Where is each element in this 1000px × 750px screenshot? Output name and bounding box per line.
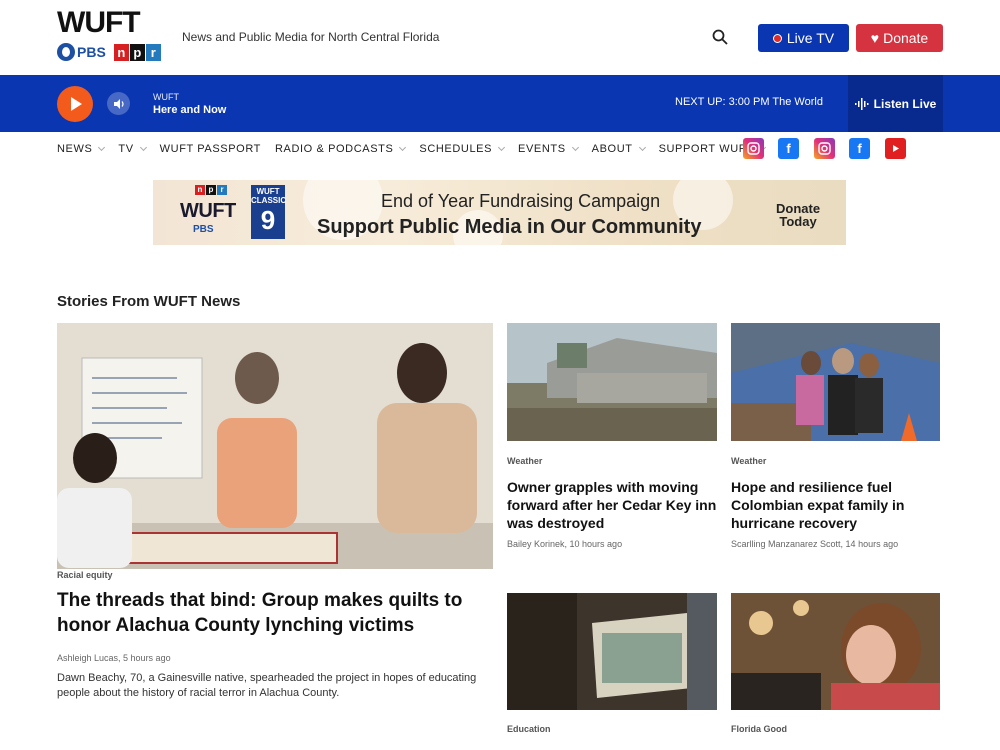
card-image[interactable] (731, 323, 940, 441)
classic-label: WUFT CLASSIC (251, 187, 287, 205)
wuft-logo[interactable]: WUFT (57, 8, 141, 38)
main-story-teaser: Dawn Beachy, 70, a Gainesville native, s… (57, 672, 477, 699)
search-icon[interactable] (712, 29, 728, 45)
heart-icon: ♥ (870, 30, 880, 46)
live-tv-label: Live TV (786, 30, 835, 46)
instagram-icon[interactable] (743, 138, 764, 159)
waveform-icon (854, 97, 869, 110)
banner-title: End of Year Fundraising Campaign (381, 191, 661, 211)
site-tagline: News and Public Media for North Central … (182, 30, 440, 44)
nav-item-events[interactable]: EVENTS (518, 143, 579, 155)
facebook-icon[interactable]: f (849, 138, 870, 159)
site-header: WUFT PBS n p r News and Public Media for… (0, 0, 1000, 75)
wuft-classic-logo: WUFT CLASSIC 9 (251, 185, 287, 239)
donate-label: Donate (883, 30, 929, 46)
nav-item-news[interactable]: NEWS (57, 143, 106, 155)
card-image[interactable] (731, 593, 940, 710)
instagram-icon[interactable] (814, 138, 835, 159)
listen-live-button[interactable]: Listen Live (848, 75, 943, 132)
nav-label: TV (118, 143, 134, 155)
card-kicker[interactable]: Weather (507, 456, 542, 466)
card-image[interactable] (507, 323, 717, 441)
listen-live-label: Listen Live (873, 96, 937, 111)
nav-item-about[interactable]: ABOUT (591, 143, 646, 155)
banner-pbs-logo: PBS (193, 224, 214, 235)
volume-icon (113, 98, 124, 109)
main-story-kicker[interactable]: Racial equity (57, 570, 113, 580)
nav-label: NEWS (57, 143, 93, 155)
pbs-label: PBS (77, 44, 106, 60)
youtube-icon[interactable] (885, 138, 906, 159)
chevron-down-icon (139, 143, 147, 152)
chevron-down-icon (571, 143, 579, 152)
chevron-down-icon (498, 143, 506, 152)
section-title: Stories From WUFT News (57, 293, 241, 310)
live-dot-icon (772, 33, 782, 43)
chevron-down-icon (399, 143, 407, 152)
nav-label: RADIO & PODCASTS (274, 143, 394, 155)
nav-item-schedules[interactable]: SCHEDULES (419, 143, 506, 155)
banner-subtitle: Support Public Media in Our Community (317, 216, 702, 238)
next-up-show: The World (772, 96, 823, 108)
live-tv-button[interactable]: Live TV (758, 24, 849, 52)
chevron-down-icon (98, 143, 106, 152)
npr-letter-n: n (113, 43, 129, 61)
nav-label: ABOUT (591, 143, 633, 155)
nav-label: EVENTS (518, 143, 566, 155)
next-up: NEXT UP: 3:00 PM The World (675, 96, 823, 108)
main-story-byline: Ashleigh Lucas, 5 hours ago (57, 653, 171, 663)
card-kicker[interactable]: Education (507, 724, 551, 734)
npr-letter-p: p (206, 185, 216, 195)
banner-wuft-logo: WUFT (180, 200, 236, 222)
next-up-time: 3:00 PM (728, 96, 770, 108)
program-name: Here and Now (153, 104, 227, 116)
main-nav: NEWS TV WUFT PASSPORT RADIO & PODCASTS S… (57, 138, 779, 160)
npr-logo: n p r (113, 43, 161, 61)
play-button[interactable] (57, 86, 93, 122)
volume-button[interactable] (107, 92, 130, 115)
nav-label: SUPPORT WUFT (658, 143, 754, 155)
banner-npr-logo: n p r (195, 185, 227, 195)
card-kicker[interactable]: Florida Good (731, 724, 787, 734)
partner-logos: PBS n p r (57, 43, 161, 61)
card-byline: Bailey Korinek, 10 hours ago (507, 539, 623, 549)
nav-item-radio-podcasts[interactable]: RADIO & PODCASTS (274, 143, 407, 155)
station-name: WUFT (153, 92, 179, 102)
card-headline[interactable]: Owner grapples with moving forward after… (507, 478, 717, 532)
banner-donate-cta[interactable]: Donate Today (776, 202, 820, 228)
card-kicker[interactable]: Weather (731, 456, 766, 466)
nav-item-wuft-passport[interactable]: WUFT PASSPORT (160, 143, 261, 155)
main-story-headline[interactable]: The threads that bind: Group makes quilt… (57, 588, 497, 638)
fundraising-banner[interactable]: n p r WUFT PBS WUFT CLASSIC 9 End of Yea… (153, 180, 846, 245)
nav-label: WUFT PASSPORT (159, 143, 261, 155)
chevron-down-icon (638, 143, 646, 152)
npr-letter-r: r (217, 185, 227, 195)
pbs-head-icon (57, 43, 75, 61)
npr-letter-r: r (145, 43, 161, 61)
donate-button[interactable]: ♥ Donate (856, 24, 943, 52)
audio-player-bar: WUFT Here and Now NEXT UP: 3:00 PM The W… (0, 75, 1000, 132)
classic-number: 9 (260, 205, 276, 235)
card-headline[interactable]: Hope and resilience fuel Colombian expat… (731, 478, 940, 532)
donate-line-2: Today (779, 214, 817, 229)
nav-item-tv[interactable]: TV (118, 143, 147, 155)
facebook-icon[interactable]: f (778, 138, 799, 159)
card-image[interactable] (507, 593, 717, 710)
npr-letter-n: n (195, 185, 205, 195)
pbs-logo: PBS (57, 43, 106, 61)
next-up-label: NEXT UP: (675, 96, 726, 108)
npr-letter-p: p (129, 43, 145, 61)
card-byline: Scarlling Manzanarez Scott, 14 hours ago (731, 539, 899, 549)
nav-label: SCHEDULES (419, 143, 493, 155)
main-story-image[interactable] (57, 323, 493, 569)
